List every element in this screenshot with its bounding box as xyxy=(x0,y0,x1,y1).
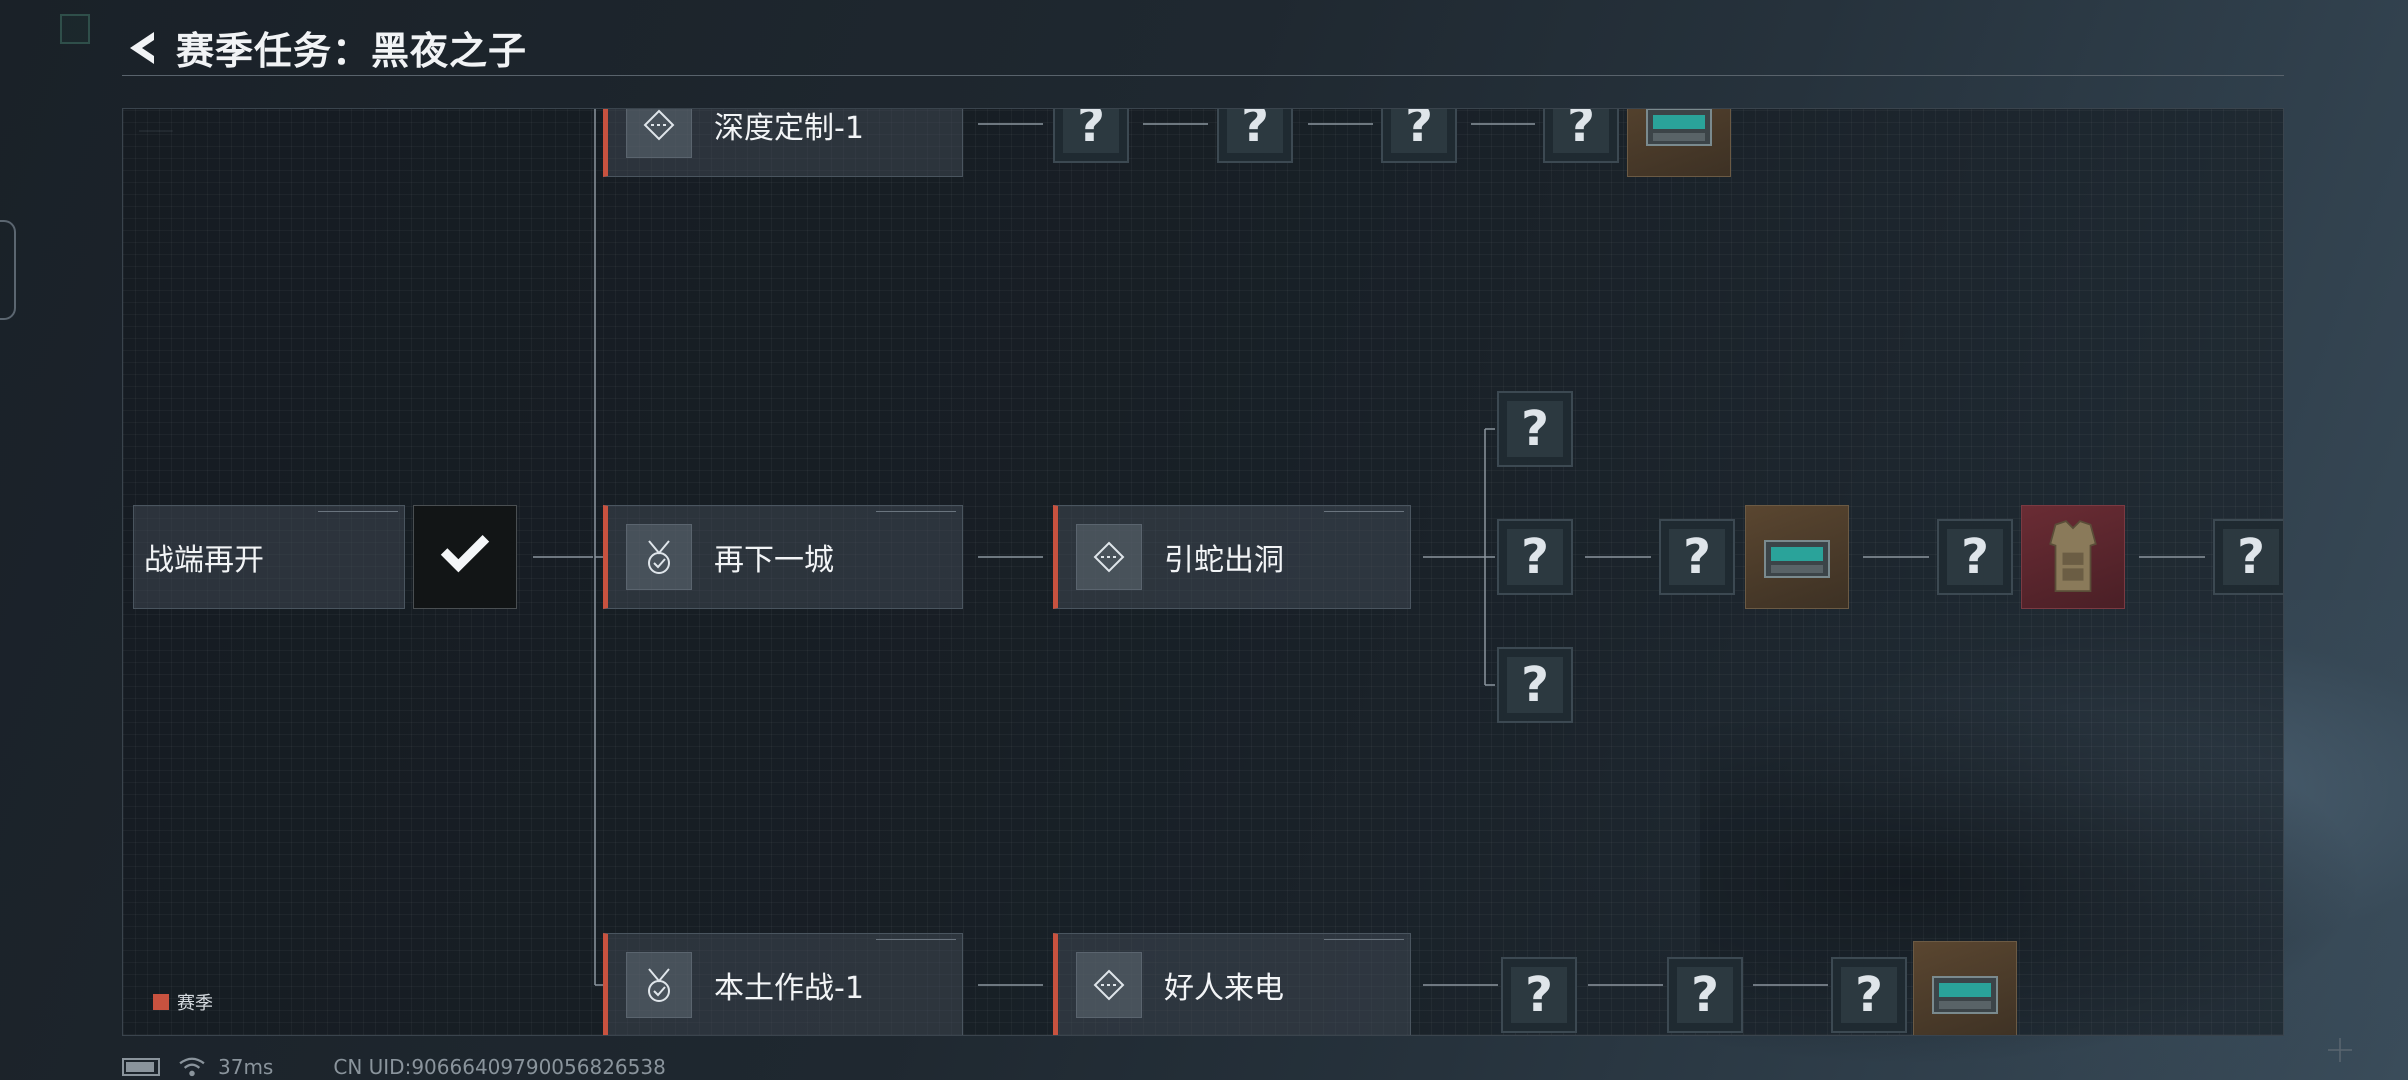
back-button[interactable] xyxy=(122,26,166,70)
question-icon: ? xyxy=(2223,529,2279,585)
corner-mark xyxy=(876,939,956,943)
legend-label: 赛季 xyxy=(177,993,213,1014)
locked-reward[interactable]: ? xyxy=(1937,519,2013,595)
quest-node-city[interactable]: 再下一城 xyxy=(603,505,963,609)
status-bar: 37ms CN UID:90666409790056826538 xyxy=(122,1054,666,1080)
locked-reward[interactable]: ? xyxy=(1217,109,1293,163)
side-drawer-handle[interactable] xyxy=(0,220,16,320)
reward-case[interactable] xyxy=(1627,109,1731,177)
locked-reward[interactable]: ? xyxy=(1501,957,1577,1033)
question-icon: ? xyxy=(1669,529,1725,585)
quest-node-deep[interactable]: 深度定制-1 xyxy=(603,109,963,177)
user-uid: CN UID:90666409790056826538 xyxy=(333,1055,666,1079)
quest-label: 好人来电 xyxy=(1164,971,1284,1006)
quest-tree-panel: ———— 战端再开 深度定制-1 ? ? ? ? 再下一城 引蛇出洞 ? ? ?… xyxy=(122,108,2284,1036)
reward-armor[interactable] xyxy=(2021,505,2125,609)
corner-mark xyxy=(1324,511,1404,515)
reward-case[interactable] xyxy=(1913,941,2017,1035)
completed-reward[interactable] xyxy=(413,505,517,609)
page-title: 赛季任务：黑夜之子 xyxy=(176,29,528,73)
supply-case-icon xyxy=(1764,540,1830,578)
menu-square-icon[interactable] xyxy=(60,14,90,44)
medal-icon xyxy=(626,952,692,1018)
question-icon: ? xyxy=(1947,529,2003,585)
locked-reward[interactable]: ? xyxy=(1659,519,1735,595)
locked-reward[interactable]: ? xyxy=(1831,957,1907,1033)
battery-icon xyxy=(122,1058,160,1076)
question-icon: ? xyxy=(1063,109,1119,153)
diamond-icon xyxy=(626,109,692,158)
reward-case[interactable] xyxy=(1745,505,1849,609)
corner-mark xyxy=(876,511,956,515)
medal-icon xyxy=(626,524,692,590)
locked-reward[interactable]: ? xyxy=(1543,109,1619,163)
quest-label: 深度定制-1 xyxy=(714,111,864,146)
question-icon: ? xyxy=(1677,967,1733,1023)
corner-mark xyxy=(1324,939,1404,943)
corner-mark xyxy=(318,511,398,515)
legend: 赛季 xyxy=(153,989,213,1015)
supply-case-icon xyxy=(1932,976,1998,1014)
diamond-icon xyxy=(1076,952,1142,1018)
quest-label: 本土作战-1 xyxy=(714,971,864,1006)
wifi-icon xyxy=(179,1057,205,1077)
locked-reward[interactable]: ? xyxy=(1497,391,1573,467)
supply-case-icon xyxy=(1646,109,1712,146)
quest-label: 引蛇出洞 xyxy=(1164,543,1284,578)
back-arrow-icon xyxy=(130,31,154,64)
question-icon: ? xyxy=(1841,967,1897,1023)
quest-label: 战端再开 xyxy=(144,543,264,578)
check-icon xyxy=(440,535,490,573)
quest-node-snake[interactable]: 引蛇出洞 xyxy=(1053,505,1411,609)
question-icon: ? xyxy=(1507,529,1563,585)
body-armor-icon xyxy=(2049,520,2097,592)
question-icon: ? xyxy=(1507,657,1563,713)
diamond-icon xyxy=(1076,524,1142,590)
ping-value: 37ms xyxy=(218,1055,274,1079)
header-bar: 赛季任务：黑夜之子 xyxy=(122,20,2284,76)
quest-label: 再下一城 xyxy=(714,543,834,578)
locked-reward[interactable]: ? xyxy=(2213,519,2283,595)
question-icon: ? xyxy=(1507,401,1563,457)
locked-reward[interactable]: ? xyxy=(1497,647,1573,723)
question-icon: ? xyxy=(1511,967,1567,1023)
question-icon: ? xyxy=(1553,109,1609,153)
question-icon: ? xyxy=(1391,109,1447,153)
quest-node-call[interactable]: 好人来电 xyxy=(1053,933,1411,1035)
locked-reward[interactable]: ? xyxy=(1053,109,1129,163)
quest-node-local[interactable]: 本土作战-1 xyxy=(603,933,963,1035)
question-icon: ? xyxy=(1227,109,1283,153)
legend-swatch xyxy=(153,994,169,1010)
plus-icon xyxy=(2328,1038,2352,1062)
locked-reward[interactable]: ? xyxy=(1497,519,1573,595)
quest-node-start[interactable]: 战端再开 xyxy=(133,505,405,609)
locked-reward[interactable]: ? xyxy=(1381,109,1457,163)
locked-reward[interactable]: ? xyxy=(1667,957,1743,1033)
